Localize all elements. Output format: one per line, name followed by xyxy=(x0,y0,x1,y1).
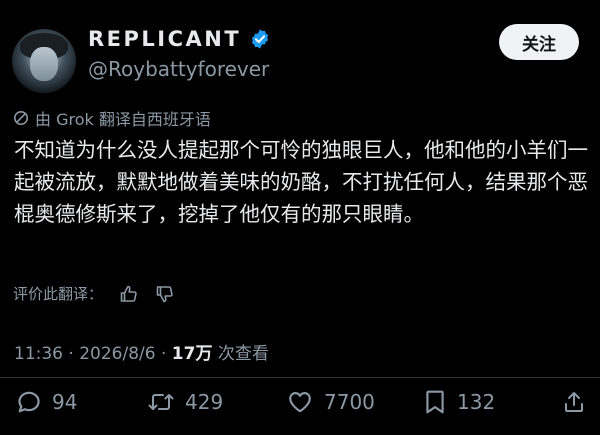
follow-button[interactable]: 关注 xyxy=(499,24,579,60)
rate-translation-label: 评价此翻译： xyxy=(13,285,104,303)
share-button[interactable] xyxy=(562,384,586,420)
avatar-face xyxy=(30,47,58,81)
rate-translation: 评价此翻译： xyxy=(13,283,175,304)
reply-button[interactable]: 94 xyxy=(16,384,77,420)
views-count: 17万 xyxy=(171,344,213,364)
retweet-count: 429 xyxy=(185,390,224,414)
like-count: 7700 xyxy=(324,390,375,414)
reply-icon xyxy=(18,391,40,413)
bookmark-icon xyxy=(426,390,444,414)
translation-note-label: 由 Grok 翻译自西班牙语 xyxy=(35,110,211,129)
avatar[interactable] xyxy=(12,29,76,93)
like-button[interactable]: 7700 xyxy=(286,384,375,420)
tweet-date[interactable]: 2026/8/6 xyxy=(79,344,155,364)
translation-note[interactable]: 由 Grok 翻译自西班牙语 xyxy=(13,106,211,130)
tweet-time[interactable]: 11:36 xyxy=(14,344,63,364)
author-handle[interactable]: @Roybattyforever xyxy=(88,57,269,81)
bookmark-count: 132 xyxy=(457,390,496,414)
author-name-row: REPLICANT xyxy=(88,27,271,51)
tweet-actions: 94 429 7700 132 xyxy=(0,384,600,420)
heart-icon xyxy=(289,392,311,413)
share-icon xyxy=(565,392,583,412)
retweet-icon xyxy=(148,394,174,410)
verified-badge-icon xyxy=(252,29,269,49)
display-name[interactable]: REPLICANT xyxy=(88,27,241,51)
retweet-button[interactable]: 429 xyxy=(147,384,223,420)
meta-separator: · xyxy=(155,344,172,364)
thumbs-down-icon[interactable] xyxy=(155,284,175,304)
thumbs-up-icon[interactable] xyxy=(119,284,139,304)
reply-count: 94 xyxy=(52,390,78,414)
tweet-meta: 11:36 · 2026/8/6 · 17万 次查看 xyxy=(14,339,269,364)
tweet-text: 不知道为什么没人提起那个可怜的独眼巨人，他和他的小羊们一起被流放，默默地做着美味… xyxy=(14,138,588,226)
views-label: 次查看 xyxy=(212,344,269,364)
bookmark-button[interactable]: 132 xyxy=(423,384,495,420)
meta-separator: · xyxy=(63,344,80,364)
translate-icon xyxy=(14,111,28,125)
divider xyxy=(0,377,600,378)
